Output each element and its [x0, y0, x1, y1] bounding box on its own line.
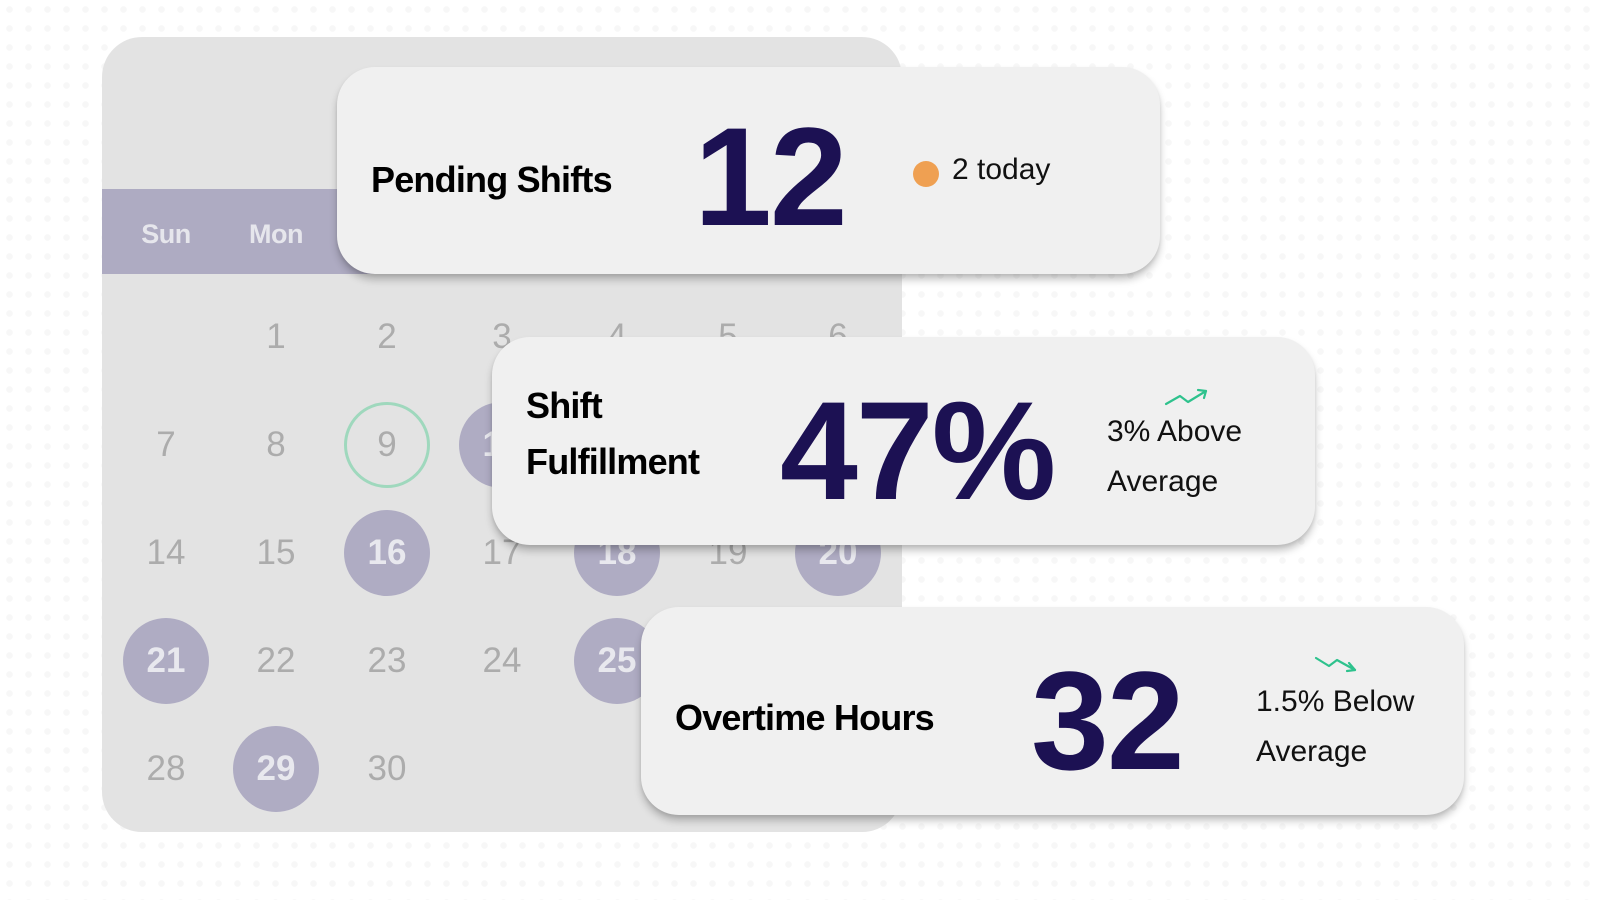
- calendar-day-23[interactable]: 23: [344, 618, 430, 704]
- calendar-day-30[interactable]: 30: [344, 726, 430, 812]
- status-dot-icon: [913, 161, 939, 187]
- overtime-hours-trend-line2: Average: [1256, 735, 1368, 768]
- calendar-day-28[interactable]: 28: [123, 726, 209, 812]
- weekday-mon: Mon: [249, 219, 303, 249]
- overtime-hours-title: Overtime Hours: [675, 697, 935, 738]
- calendar-day-14[interactable]: 14: [123, 510, 209, 596]
- trend-down-icon: [1314, 656, 1357, 673]
- trend-up-icon: [1164, 388, 1208, 406]
- shift-fulfillment-title-line1: Shift: [526, 385, 603, 426]
- calendar-day-24[interactable]: 24: [459, 618, 545, 704]
- shift-fulfillment-trend-line1: 3% Above: [1107, 415, 1243, 448]
- shift-fulfillment-trend-line2: Average: [1107, 465, 1219, 498]
- overtime-hours-value: 32: [1031, 642, 1185, 799]
- shift-fulfillment-card[interactable]: Shift Fulfillment 47% 3% Above Average: [492, 337, 1315, 545]
- shift-fulfillment-value: 47%: [780, 372, 1056, 529]
- calendar-day-29[interactable]: 29: [233, 726, 319, 812]
- overtime-hours-trend-line1: 1.5% Below: [1256, 685, 1415, 718]
- calendar-day-8[interactable]: 8: [233, 402, 319, 488]
- calendar-day-7[interactable]: 7: [123, 402, 209, 488]
- shift-fulfillment-title-line2: Fulfillment: [526, 441, 700, 482]
- pending-shifts-card[interactable]: Pending Shifts 12 2 today: [337, 67, 1160, 274]
- pending-shifts-title: Pending Shifts: [371, 159, 613, 200]
- pending-shifts-value: 12: [694, 98, 848, 255]
- overtime-hours-card[interactable]: Overtime Hours 32 1.5% Below Average: [641, 607, 1464, 815]
- calendar-day-1[interactable]: 1: [233, 294, 319, 380]
- calendar-day-22[interactable]: 22: [233, 618, 319, 704]
- calendar-day-9[interactable]: 9: [344, 402, 430, 488]
- calendar-day-2[interactable]: 2: [344, 294, 430, 380]
- calendar-day-21[interactable]: 21: [123, 618, 209, 704]
- pending-shifts-today: 2 today: [952, 153, 1051, 186]
- calendar-day-16[interactable]: 16: [344, 510, 430, 596]
- weekday-sun: Sun: [141, 219, 191, 249]
- calendar-day-15[interactable]: 15: [233, 510, 319, 596]
